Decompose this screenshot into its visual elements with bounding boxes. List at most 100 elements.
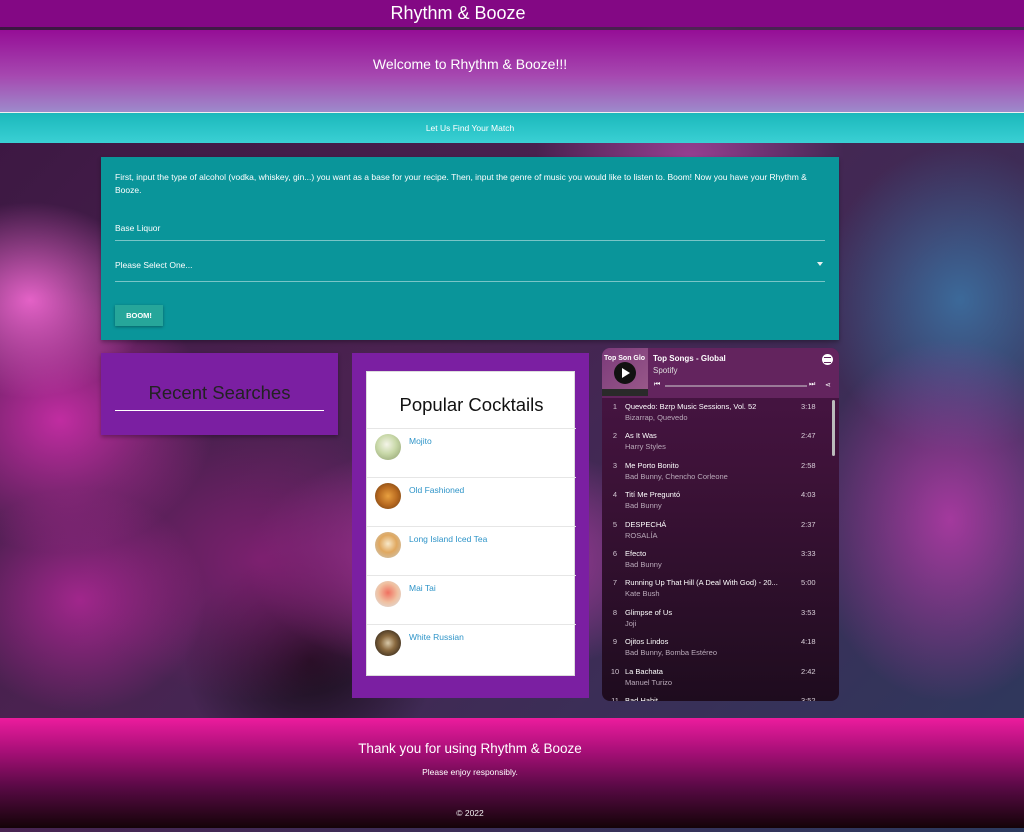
cocktail-link[interactable]: Long Island Iced Tea bbox=[409, 534, 487, 544]
track-number: 1 bbox=[612, 402, 618, 411]
track-title: Me Porto Bonito bbox=[625, 460, 679, 470]
track-duration: 2:47 bbox=[801, 431, 816, 441]
track-number: 5 bbox=[612, 519, 618, 529]
mojito-thumbnail bbox=[375, 434, 401, 460]
cocktail-item-mojito[interactable]: Mojito bbox=[367, 428, 576, 477]
track-number: 9 bbox=[612, 637, 618, 647]
track-number: 4 bbox=[612, 490, 618, 500]
track-number: 11 bbox=[611, 696, 619, 701]
cocktail-link[interactable]: Old Fashioned bbox=[409, 485, 464, 495]
footer-note: Please enjoy responsibly. bbox=[422, 767, 518, 777]
playlist-cover[interactable]: Top Son Glo bbox=[602, 348, 648, 396]
cocktail-link[interactable]: Mai Tai bbox=[409, 583, 436, 593]
base-liquor-label[interactable]: Base Liquor bbox=[115, 223, 160, 233]
track-title: Running Up That Hill (A Deal With God) -… bbox=[625, 578, 778, 588]
caret-down-icon bbox=[817, 262, 823, 266]
share-icon[interactable]: ⋖ bbox=[825, 381, 831, 389]
track-number: 10 bbox=[610, 666, 620, 676]
track-artist: Bizarrap, Quevedo bbox=[625, 413, 688, 422]
track-duration: 3:18 bbox=[801, 402, 816, 411]
playlist-title[interactable]: Top Songs - Global bbox=[653, 354, 726, 363]
cocktail-item-long-island-iced-tea[interactable]: Long Island Iced Tea bbox=[367, 526, 576, 575]
search-form-card: First, input the type of alcohol (vodka,… bbox=[101, 157, 839, 340]
cocktail-link[interactable]: White Russian bbox=[409, 632, 464, 642]
site-header: Rhythm & Booze bbox=[0, 0, 1024, 27]
liquor-select[interactable]: Please Select One... bbox=[115, 260, 825, 280]
previous-track-icon[interactable]: ⏮ bbox=[654, 381, 660, 389]
cocktail-item-mai-tai[interactable]: Mai Tai bbox=[367, 575, 576, 624]
track-row[interactable]: 10 La Bachata Manuel Turizo 2:42 bbox=[602, 663, 839, 692]
select-underline bbox=[115, 281, 825, 282]
match-bar: Let Us Find Your Match bbox=[0, 113, 1024, 143]
track-artist: Bad Bunny, Bomba Estéreo bbox=[625, 648, 717, 658]
cocktail-link[interactable]: Mojito bbox=[409, 436, 432, 446]
track-number: 8 bbox=[612, 607, 618, 617]
track-row[interactable]: 3 Me Porto Bonito Bad Bunny, Chencho Corle… bbox=[602, 457, 839, 486]
footer-copyright: © 2022 bbox=[456, 808, 484, 818]
track-title: Quevedo: Bzrp Music Sessions, Vol. 52 bbox=[625, 402, 757, 411]
cocktail-item-old-fashioned[interactable]: Old Fashioned bbox=[367, 477, 576, 526]
track-duration: 3:33 bbox=[801, 549, 816, 558]
track-number: 3 bbox=[612, 460, 618, 470]
track-duration: 4:18 bbox=[801, 637, 816, 647]
hero-banner: Welcome to Rhythm & Booze!!! bbox=[0, 30, 1024, 113]
track-duration: 3:52 bbox=[801, 696, 816, 701]
track-artist: ROSALÍA bbox=[625, 530, 658, 540]
next-track-icon[interactable]: ⏭ bbox=[809, 381, 815, 389]
spotify-logo-icon[interactable] bbox=[822, 354, 833, 365]
base-liquor-underline bbox=[115, 240, 825, 241]
find-match-link[interactable]: Let Us Find Your Match bbox=[426, 123, 514, 133]
playlist-owner[interactable]: Spotify bbox=[653, 366, 677, 375]
tracklist-scrollbar[interactable] bbox=[832, 400, 835, 456]
old-fashioned-thumbnail bbox=[375, 483, 401, 509]
track-duration: 3:53 bbox=[801, 607, 816, 617]
popular-cocktails-title: Popular Cocktails bbox=[399, 394, 544, 415]
long-island-iced-tea-thumbnail bbox=[375, 532, 401, 558]
track-row[interactable]: 7 Running Up That Hill (A Deal With God) … bbox=[602, 574, 839, 603]
play-button[interactable] bbox=[614, 362, 636, 384]
track-artist: Harry Styles bbox=[625, 442, 666, 452]
track-row[interactable]: 4 Tití Me Preguntó Bad Bunny 4:03 bbox=[602, 486, 839, 515]
site-footer: Thank you for using Rhythm & Booze Pleas… bbox=[0, 718, 1024, 828]
track-artist: Manuel Turizo bbox=[625, 677, 673, 687]
track-duration: 5:00 bbox=[801, 578, 816, 588]
track-title: Glimpse of Us bbox=[625, 607, 673, 617]
white-russian-thumbnail bbox=[375, 630, 401, 656]
recent-searches-title: Recent Searches bbox=[148, 382, 291, 403]
footer-thanks: Thank you for using Rhythm & Booze bbox=[358, 741, 582, 756]
track-artist: Bad Bunny, Chencho Corleone bbox=[625, 471, 728, 481]
track-title: As It Was bbox=[625, 431, 657, 441]
boom-button[interactable]: BOOM! bbox=[115, 305, 163, 326]
track-artist: Kate Bush bbox=[625, 589, 660, 599]
track-title: Tití Me Preguntó bbox=[625, 490, 681, 500]
cocktail-item-white-russian[interactable]: White Russian bbox=[367, 624, 576, 673]
track-duration: 2:58 bbox=[801, 460, 816, 470]
progress-bar[interactable] bbox=[665, 385, 807, 387]
track-title: Ojitos Lindos bbox=[625, 637, 669, 647]
track-row[interactable]: 2 As It Was Harry Styles 2:47 bbox=[602, 427, 839, 456]
spotify-embed[interactable]: Top Son Glo Top Songs - Global Spotify ⏮… bbox=[602, 348, 839, 701]
track-row[interactable]: 5 DESPECHÁ ROSALÍA 2:37 bbox=[602, 516, 839, 545]
liquor-select-value: Please Select One... bbox=[115, 260, 193, 270]
track-row[interactable]: 11 Bad Habit 3:52 bbox=[602, 692, 839, 701]
track-row[interactable]: 8 Glimpse of Us Joji 3:53 bbox=[602, 604, 839, 633]
track-duration: 2:37 bbox=[801, 519, 816, 529]
track-row[interactable]: 6 Efecto Bad Bunny 3:33 bbox=[602, 545, 839, 574]
site-title[interactable]: Rhythm & Booze bbox=[390, 3, 525, 24]
popular-cocktails-panel: Popular Cocktails Mojito Old Fashioned L… bbox=[352, 353, 589, 698]
recent-searches-card: Recent Searches bbox=[101, 353, 338, 435]
track-row[interactable]: 1 Quevedo: Bzrp Music Sessions, Vol. 52 Bi… bbox=[602, 398, 839, 427]
mai-tai-thumbnail bbox=[375, 581, 401, 607]
track-title: Bad Habit bbox=[625, 696, 658, 701]
track-artist: Bad Bunny bbox=[625, 560, 662, 569]
track-duration: 4:03 bbox=[801, 490, 816, 500]
welcome-text: Welcome to Rhythm & Booze!!! bbox=[372, 56, 568, 72]
cover-label-strip bbox=[602, 389, 648, 396]
track-artist: Bad Bunny bbox=[625, 501, 662, 511]
track-title: Efecto bbox=[625, 549, 647, 558]
form-instructions: First, input the type of alcohol (vodka,… bbox=[115, 172, 807, 195]
track-title: DESPECHÁ bbox=[625, 519, 667, 529]
track-number: 6 bbox=[612, 549, 618, 558]
track-artist: Joji bbox=[625, 618, 637, 628]
track-row[interactable]: 9 Ojitos Lindos Bad Bunny, Bomba Estéreo 4:… bbox=[602, 633, 839, 662]
